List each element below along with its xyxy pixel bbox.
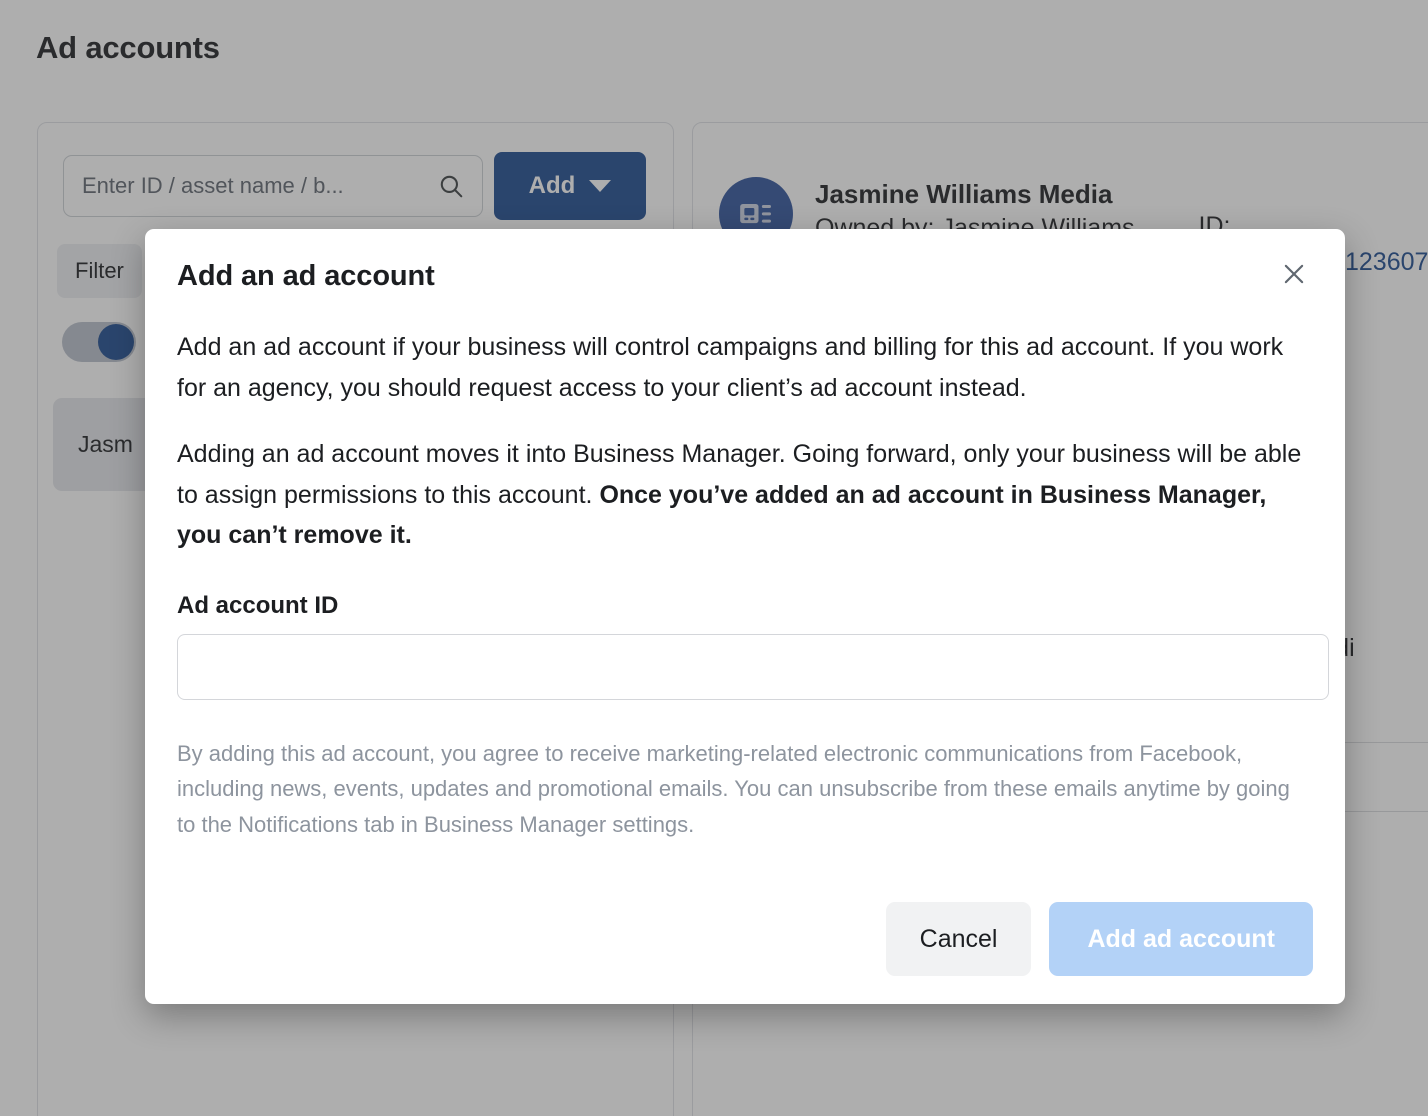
legal-disclaimer: By adding this ad account, you agree to … [177,736,1292,844]
add-ad-account-button[interactable]: Add ad account [1049,902,1313,976]
ad-account-id-input[interactable] [177,634,1329,700]
dialog-body: Add an ad account if your business will … [145,327,1345,843]
dialog-header: Add an ad account [145,229,1345,327]
close-button[interactable] [1271,251,1317,297]
close-icon [1281,261,1307,287]
dialog-title: Add an ad account [177,260,435,293]
add-ad-account-button-label: Add ad account [1087,925,1275,953]
dialog-paragraph-1: Add an ad account if your business will … [177,327,1313,408]
cancel-button[interactable]: Cancel [886,902,1032,976]
add-ad-account-dialog: Add an ad account Add an ad account if y… [145,229,1345,1004]
dialog-footer: Cancel Add ad account [886,902,1313,976]
ad-account-id-label: Ad account ID [177,592,1313,620]
cancel-button-label: Cancel [920,925,998,953]
dialog-paragraph-2: Adding an ad account moves it into Busin… [177,434,1313,556]
